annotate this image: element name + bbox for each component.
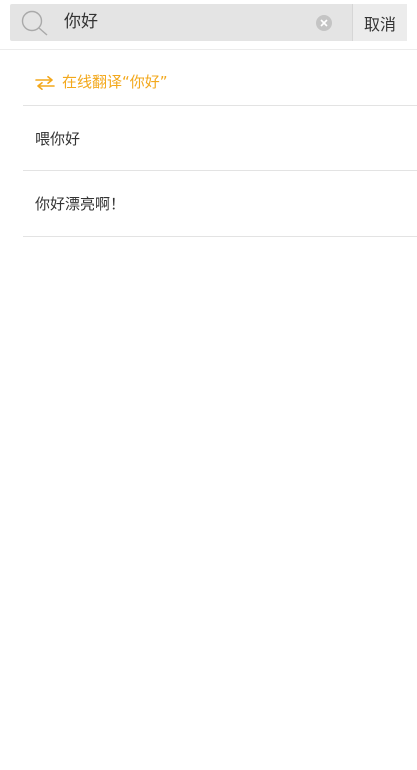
swap-arrows-icon — [34, 75, 56, 90]
online-translate-label: 在线翻译“你好” — [62, 73, 168, 91]
search-icon — [21, 10, 49, 36]
clear-icon[interactable] — [316, 15, 332, 31]
suggestion-item[interactable]: 你好漂亮啊！ — [23, 171, 417, 237]
suggestion-item[interactable]: 喂你好 — [23, 106, 417, 171]
online-translate-item[interactable]: 在线翻译“你好” — [23, 58, 417, 106]
search-bar: 取消 — [10, 4, 407, 41]
divider — [0, 49, 417, 50]
cancel-button[interactable]: 取消 — [352, 4, 407, 41]
suggestion-text: 喂你好 — [35, 129, 81, 148]
search-input[interactable] — [64, 4, 304, 41]
suggestion-text: 你好漂亮啊！ — [35, 195, 126, 213]
